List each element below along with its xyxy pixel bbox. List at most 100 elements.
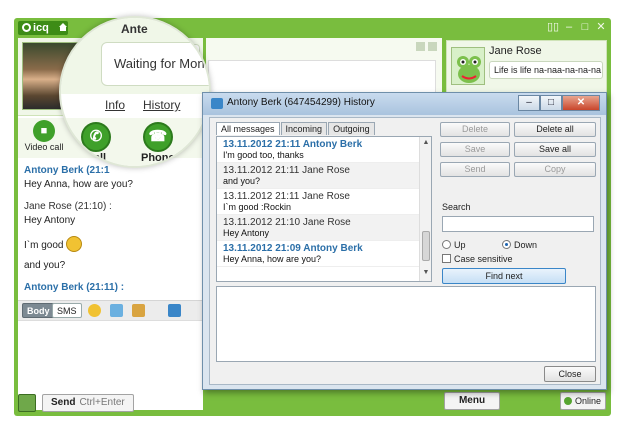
video-call-button[interactable]: ■ Video call [22,120,66,152]
close-tab-icon[interactable] [428,42,437,51]
window-controls: ▯▯ – □ ✕ [547,21,607,33]
online-status-button[interactable]: Online [560,392,606,410]
history-window-icon [211,98,223,109]
search-label: Search [442,202,471,212]
case-sensitive-checkbox[interactable]: Case sensitive [442,254,513,264]
sms-mode-button[interactable]: SMS [52,303,82,318]
jane-avatar[interactable] [451,47,485,85]
search-input[interactable] [442,216,594,232]
history-title: Antony Berk (647454299) History [227,97,375,108]
message-text: and you? [24,260,66,271]
delete-all-button[interactable]: Delete all [514,122,596,137]
maximize-icon[interactable]: □ [579,21,591,33]
save-button[interactable]: Save [440,142,510,157]
call-label: Call [85,152,107,164]
send-shortcut: Ctrl+Enter [79,397,125,408]
send-label: Send [51,397,76,408]
close-icon[interactable]: ✕ [595,21,607,33]
scroll-thumb[interactable] [422,231,430,261]
search-up-label: Up [454,240,466,250]
minimize-icon[interactable]: – [518,95,540,111]
history-entry-header: 13.11.2012 21:11 Jane Rose [223,165,350,176]
close-icon[interactable]: ✕ [562,95,600,111]
radio-dot-selected [502,240,511,249]
scroll-down-icon[interactable]: ▼ [420,269,431,279]
message-text: Hey Antony [24,215,76,226]
minimize-icon[interactable]: – [563,21,575,33]
magnified-history-link[interactable]: History [143,98,180,112]
history-preview-area[interactable] [216,286,596,362]
menu-button[interactable]: Menu [444,392,500,410]
history-body: All messages Incoming Outgoing 13.11.201… [209,117,601,385]
screen: icq ▯▯ – □ ✕ Waiting for Mon Info Histor… [0,0,627,434]
message-text-span: I`m good [24,240,64,251]
magnified-status: Waiting for Mon [101,42,209,86]
smiley-icon[interactable] [88,304,101,317]
history-entry-header: 13.11.2012 21:10 Jane Rose [223,217,351,228]
video-camera-icon: ■ [33,120,55,142]
maximize-icon[interactable]: □ [540,95,562,111]
history-window-controls: – □ ✕ [518,95,600,111]
send-button[interactable]: Send Ctrl+Enter [42,394,134,412]
history-entry-header: 13.11.2012 21:11 Jane Rose [223,191,350,202]
scroll-up-icon[interactable]: ▲ [420,139,431,149]
search-down-label: Down [514,240,538,250]
tab-outgoing[interactable]: Outgoing [328,122,375,135]
message-text: Hey Anna, how are you? [24,179,133,190]
video-call-label: Video call [24,142,64,152]
copy-button[interactable]: Copy [514,162,596,177]
history-entry-header: 13.11.2012 21:11 Antony Berk [223,139,363,150]
history-entry[interactable]: 13.11.2012 21:10 Jane Rose Hey Antony [217,215,431,241]
magnified-contact-name: Ante [121,22,148,36]
phone-label: Phone [141,152,175,164]
input-toolbar: Body SMS [18,300,203,320]
history-titlebar: Antony Berk (647454299) History – □ ✕ [203,93,606,115]
my-avatar[interactable] [18,394,36,412]
icq-flower-icon [22,23,31,32]
tab-incoming[interactable]: Incoming [280,122,328,135]
handset-icon: ✆ [81,122,111,152]
history-entry[interactable]: 13.11.2012 21:11 Jane Rose and you? [217,163,431,189]
message-input[interactable] [18,320,203,388]
search-up-radio[interactable]: Up [442,240,466,250]
history-tabs: All messages Incoming Outgoing [216,122,376,135]
phone-button[interactable]: ☎ Phone [141,122,175,164]
magnified-info-link[interactable]: Info [105,98,125,112]
jane-name: Jane Rose [489,45,542,57]
message-text: I`m good [24,236,197,253]
message-header: Antony Berk (21:1 [24,165,110,176]
history-entry[interactable]: 13.11.2012 21:11 Antony Berk I'm good to… [217,137,431,163]
history-entry-text: I`m good :Rockin [223,202,292,212]
find-next-button[interactable]: Find next [442,268,566,284]
magnified-actions: ✆ Call ☎ Phone [61,118,209,166]
call-button[interactable]: ✆ Call [81,122,111,164]
send-history-button[interactable]: Send [440,162,510,177]
history-message-list[interactable]: 13.11.2012 21:11 Antony Berk I'm good to… [216,136,432,282]
icq-logo-text: icq [33,22,49,34]
file-icon[interactable] [168,304,181,317]
radio-dot [442,240,451,249]
rockin-smiley-icon [66,236,83,252]
delete-button[interactable]: Delete [440,122,510,137]
history-entry-text: Hey Anna, how are you? [223,254,322,264]
compact-icon[interactable]: ▯▯ [547,21,559,33]
tab-all-messages[interactable]: All messages [216,122,280,135]
history-entry-text: I'm good too, thanks [223,150,304,160]
history-entry[interactable]: 13.11.2012 21:11 Jane Rose I`m good :Roc… [217,189,431,215]
search-down-radio[interactable]: Down [502,240,537,250]
history-entry-text: and you? [223,176,261,186]
save-all-button[interactable]: Save all [514,142,596,157]
history-scrollbar[interactable]: ▲ ▼ [419,137,431,281]
jane-status: Life is life na-naa-na-na-na! [489,61,603,79]
case-sensitive-label: Case sensitive [454,254,513,264]
gift-icon[interactable] [110,304,123,317]
magnifier-lens: Ante Waiting for Mon Info History ✆ Call… [59,16,211,168]
history-entry[interactable]: 13.11.2012 21:09 Antony Berk Hey Anna, h… [217,241,431,267]
message-header: Antony Berk (21:11) : [24,282,125,293]
body-mode-button[interactable]: Body [22,303,55,318]
phone-keypad-icon: ☎ [142,122,173,152]
popout-icon[interactable] [416,42,425,51]
close-button[interactable]: Close [544,366,596,382]
history-entry-header: 13.11.2012 21:09 Antony Berk [223,243,363,254]
timer-icon[interactable] [132,304,145,317]
